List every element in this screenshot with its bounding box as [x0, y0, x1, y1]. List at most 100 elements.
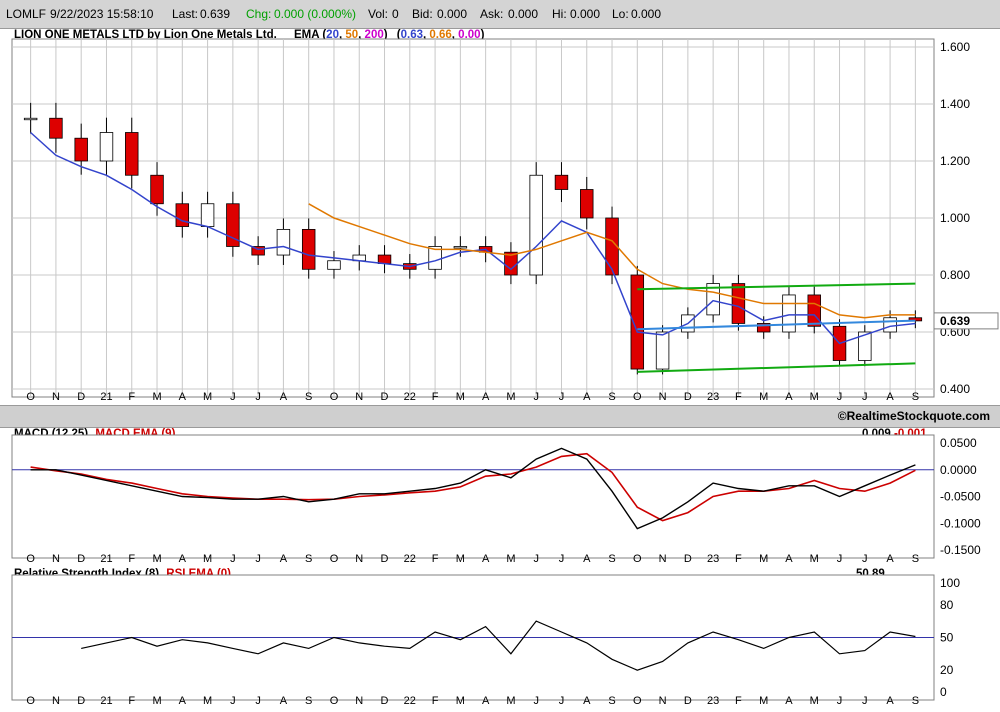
watermark: ©RealtimeStockquote.com	[837, 409, 990, 423]
last-price-label: 0.639	[940, 314, 970, 328]
candle-body	[327, 260, 341, 270]
x-tick-label: M	[456, 695, 465, 707]
x-tick-label: J	[559, 391, 565, 403]
x-tick-label: D	[684, 553, 692, 565]
x-tick-label: F	[432, 695, 439, 707]
candle-body	[807, 294, 821, 327]
x-tick-label: M	[203, 695, 212, 707]
x-tick-label: A	[179, 695, 187, 707]
x-tick-label: J	[559, 553, 565, 565]
x-tick-label: M	[152, 553, 161, 565]
x-tick-label: S	[912, 695, 919, 707]
x-tick-label: M	[152, 391, 161, 403]
y-tick-label: 0.400	[940, 382, 970, 396]
x-tick-label: O	[633, 391, 642, 403]
x-tick-label: M	[506, 391, 515, 403]
candle-body	[554, 174, 569, 190]
candle-body	[200, 203, 215, 227]
x-tick-label: M	[759, 553, 768, 565]
candle-body	[655, 331, 670, 370]
x-tick-label: 21	[100, 695, 112, 707]
price-chart: 1.6001.4001.2001.0000.8000.6000.400O N D 21…	[11, 38, 999, 403]
candle-body	[529, 174, 543, 276]
x-tick-label: N	[355, 391, 363, 403]
y-tick-label: 0.800	[940, 268, 970, 282]
x-tick-label: M	[506, 695, 515, 707]
candle-body	[125, 132, 139, 176]
x-tick-label: A	[482, 391, 490, 403]
candle-body	[99, 132, 114, 162]
x-tick-label: A	[280, 553, 288, 565]
y-tick-label: 1.600	[940, 40, 970, 54]
x-tick-label: F	[128, 391, 135, 403]
y-tick-label: 1.200	[940, 154, 970, 168]
x-tick-label: F	[432, 391, 439, 403]
candle-body	[74, 137, 88, 162]
x-tick-label: S	[305, 391, 312, 403]
rsi-chart: 100 80 50 20 0 O N D 21 F M A M J J A S O N D 22 F M A M J J A S O N D 2…	[11, 574, 960, 707]
x-tick-label: M	[759, 695, 768, 707]
x-tick-label: S	[305, 553, 312, 565]
x-tick-label: J	[533, 553, 539, 565]
x-tick-label: O	[26, 695, 35, 707]
x-tick-label: M	[456, 391, 465, 403]
y-tick-label: 0.0500	[940, 436, 977, 450]
candle-body	[49, 117, 63, 139]
candle-body	[883, 317, 897, 333]
panel-frame	[11, 434, 935, 559]
x-tick-label: S	[608, 695, 615, 707]
x-tick-label: F	[128, 695, 135, 707]
y-tick-label: 0.0000	[940, 463, 977, 477]
x-tick-label: J	[255, 695, 261, 707]
x-tick-label: 22	[404, 695, 416, 707]
x-tick-label: A	[280, 695, 288, 707]
x-tick-label: M	[456, 553, 465, 565]
candle-body	[23, 117, 38, 121]
x-tick-label: 21	[100, 553, 112, 565]
x-tick-label: A	[785, 553, 793, 565]
x-tick-label: S	[608, 553, 615, 565]
x-tick-label: M	[810, 695, 819, 707]
y-tick-label: 100	[940, 576, 960, 590]
watermark-bar: ©RealtimeStockquote.com	[0, 405, 1000, 428]
candle-body	[453, 246, 468, 249]
macd-chart: 0.0500 0.0000 -0.0500 -0.1000 -0.1500 O N D 21 F M…	[11, 434, 981, 565]
x-tick-label: D	[381, 553, 389, 565]
x-tick-label: S	[305, 695, 312, 707]
x-tick-label: F	[735, 695, 742, 707]
x-tick-label: D	[381, 695, 389, 707]
x-tick-label: O	[26, 391, 35, 403]
x-tick-label: N	[52, 553, 60, 565]
y-tick-label: 1.000	[940, 211, 970, 225]
y-tick-label: 1.400	[940, 97, 970, 111]
x-tick-label: 23	[707, 391, 719, 403]
x-tick-label: J	[255, 553, 261, 565]
x-tick-label: J	[230, 695, 236, 707]
x-tick-label: A	[179, 391, 187, 403]
x-tick-label: S	[912, 553, 919, 565]
x-tick-label: N	[659, 695, 667, 707]
x-tick-label: J	[862, 391, 868, 403]
x-tick-label: A	[583, 553, 591, 565]
x-tick-label: 23	[707, 553, 719, 565]
candle-body	[731, 283, 746, 324]
x-tick-label: A	[785, 695, 793, 707]
x-tick-label: O	[633, 695, 642, 707]
candle-body	[580, 189, 594, 219]
x-tick-label: J	[862, 695, 868, 707]
x-tick-label: M	[152, 695, 161, 707]
x-tick-label: M	[810, 553, 819, 565]
candle-body	[150, 174, 164, 205]
x-tick-label: O	[330, 553, 339, 565]
x-tick-label: A	[482, 553, 490, 565]
x-tick-label: A	[583, 695, 591, 707]
x-tick-label: N	[355, 553, 363, 565]
x-tick-label: F	[735, 553, 742, 565]
x-tick-label: N	[659, 553, 667, 565]
x-tick-label: O	[26, 553, 35, 565]
x-tick-label: M	[203, 391, 212, 403]
candle-body	[276, 228, 291, 256]
y-tick-label: 20	[940, 663, 954, 677]
x-tick-label: M	[759, 391, 768, 403]
candle-body	[782, 294, 796, 333]
